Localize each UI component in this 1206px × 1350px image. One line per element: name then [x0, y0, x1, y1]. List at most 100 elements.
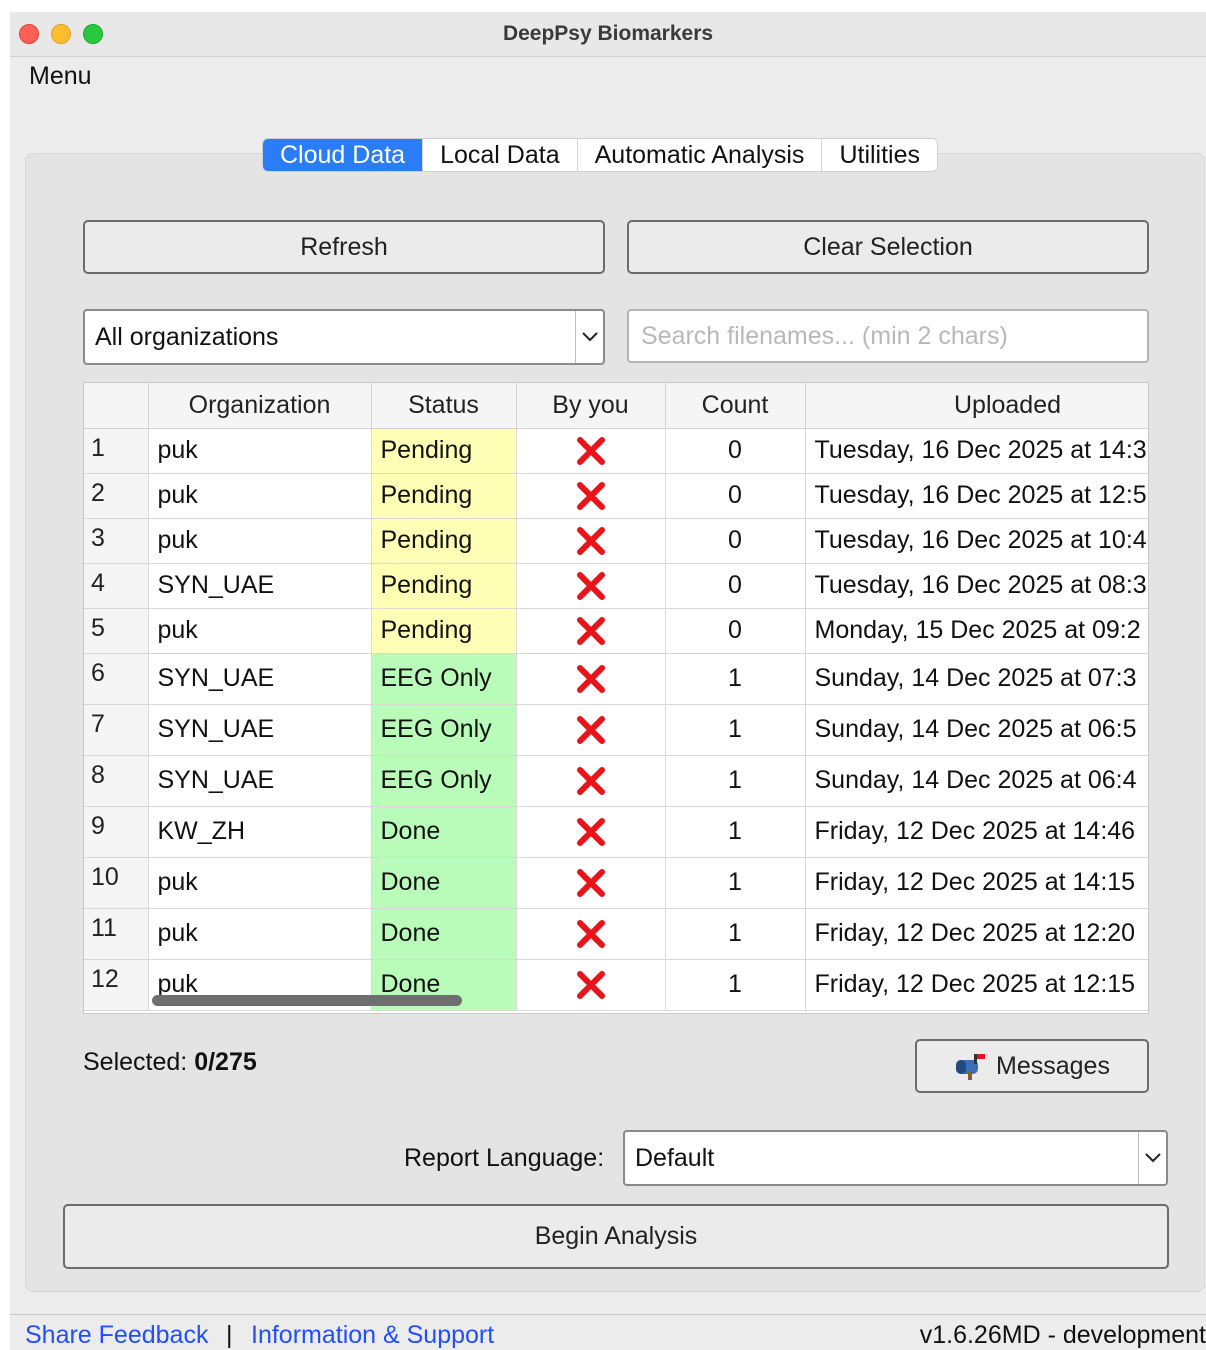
- by-you-cell: [516, 755, 666, 807]
- count-cell: 0: [665, 473, 806, 519]
- tab-local-data[interactable]: Local Data: [423, 139, 578, 171]
- status-cell: EEG Only: [371, 653, 517, 705]
- table-row[interactable]: 9 KW_ZH Done 1 Friday, 12 Dec 2025 at 14:46: [84, 806, 1148, 858]
- count-cell: 0: [665, 608, 806, 654]
- column-header-status[interactable]: Status: [371, 383, 517, 429]
- table-row[interactable]: 2 puk Pending 0 Tuesday, 16 Dec 2025 at 12:5: [84, 473, 1148, 519]
- selection-label: Selected:: [83, 1048, 188, 1076]
- count-cell: 1: [665, 653, 806, 705]
- status-footer: Share Feedback | Information & Support v…: [10, 1314, 1206, 1350]
- count-cell: 1: [665, 857, 806, 909]
- column-header-by-you[interactable]: By you: [516, 383, 666, 429]
- table-row[interactable]: 11 puk Done 1 Friday, 12 Dec 2025 at 12:20: [84, 908, 1148, 960]
- uploaded-cell: Sunday, 14 Dec 2025 at 06:4: [805, 755, 1148, 807]
- table-row[interactable]: 6 SYN_UAE EEG Only 1 Sunday, 14 Dec 2025 at …: [84, 653, 1148, 705]
- status-cell: Pending: [371, 428, 517, 474]
- organization-cell: puk: [148, 608, 372, 654]
- uploaded-cell: Sunday, 14 Dec 2025 at 06:5: [805, 704, 1148, 756]
- information-support-link[interactable]: Information & Support: [251, 1321, 494, 1350]
- share-feedback-link[interactable]: Share Feedback: [25, 1321, 208, 1350]
- status-cell: EEG Only: [371, 755, 517, 807]
- column-header-count[interactable]: Count: [665, 383, 806, 429]
- table-row[interactable]: 10 puk Done 1 Friday, 12 Dec 2025 at 14:15: [84, 857, 1148, 909]
- chevron-down-icon: [575, 311, 603, 363]
- horizontal-scrollbar[interactable]: [152, 995, 462, 1006]
- messages-button[interactable]: Messages: [915, 1039, 1149, 1093]
- uploads-table[interactable]: Organization Status By you Count Uploade…: [83, 382, 1149, 1014]
- uploaded-cell: Tuesday, 16 Dec 2025 at 08:3: [805, 563, 1148, 609]
- uploaded-cell: Tuesday, 16 Dec 2025 at 14:3: [805, 428, 1148, 474]
- table-row[interactable]: 8 SYN_UAE EEG Only 1 Sunday, 14 Dec 2025 at …: [84, 755, 1148, 807]
- by-you-cell: [516, 563, 666, 609]
- row-number: 3: [84, 518, 149, 564]
- status-cell: Pending: [371, 608, 517, 654]
- title-bar: DeepPsy Biomarkers: [10, 12, 1206, 57]
- row-number: 1: [84, 428, 149, 474]
- organization-cell: puk: [148, 857, 372, 909]
- cross-mark-icon: [576, 664, 605, 693]
- organization-select[interactable]: All organizations: [83, 309, 605, 365]
- refresh-button[interactable]: Refresh: [83, 220, 605, 274]
- report-language-label: Report Language:: [404, 1144, 605, 1172]
- table-row[interactable]: 4 SYN_UAE Pending 0 Tuesday, 16 Dec 2025 at …: [84, 563, 1148, 609]
- organization-cell: puk: [148, 428, 372, 474]
- organization-cell: puk: [148, 518, 372, 564]
- search-input[interactable]: [627, 309, 1149, 363]
- tab-cloud-data[interactable]: Cloud Data: [263, 139, 424, 171]
- column-header-organization[interactable]: Organization: [148, 383, 372, 429]
- status-cell: Done: [371, 806, 517, 858]
- cross-mark-icon: [576, 436, 605, 465]
- organization-cell: SYN_UAE: [148, 563, 372, 609]
- count-cell: 1: [665, 908, 806, 960]
- status-cell: Done: [371, 857, 517, 909]
- uploaded-cell: Friday, 12 Dec 2025 at 12:15: [805, 959, 1148, 1011]
- by-you-cell: [516, 704, 666, 756]
- column-header-uploaded[interactable]: Uploaded: [805, 383, 1148, 429]
- cross-mark-icon: [576, 526, 605, 555]
- by-you-cell: [516, 908, 666, 960]
- cross-mark-icon: [576, 817, 605, 846]
- cross-mark-icon: [576, 970, 605, 999]
- row-number: 11: [84, 908, 149, 960]
- organization-select-value: All organizations: [95, 322, 279, 351]
- by-you-cell: [516, 608, 666, 654]
- mailbox-icon: [954, 1052, 986, 1080]
- organization-cell: SYN_UAE: [148, 704, 372, 756]
- row-number: 7: [84, 704, 149, 756]
- tab-automatic-analysis[interactable]: Automatic Analysis: [577, 139, 823, 171]
- selection-value: 0/275: [194, 1048, 257, 1076]
- organization-cell: puk: [148, 908, 372, 960]
- uploaded-cell: Monday, 15 Dec 2025 at 09:2: [805, 608, 1148, 654]
- uploaded-cell: Friday, 12 Dec 2025 at 12:20: [805, 908, 1148, 960]
- cross-mark-icon: [576, 868, 605, 897]
- cross-mark-icon: [576, 481, 605, 510]
- tab-utilities[interactable]: Utilities: [822, 139, 938, 171]
- report-language-select[interactable]: Default: [623, 1130, 1168, 1186]
- cross-mark-icon: [576, 616, 605, 645]
- tab-bar: Cloud Data Local Data Automatic Analysis…: [262, 138, 939, 172]
- column-header-index: [84, 383, 149, 429]
- count-cell: 1: [665, 755, 806, 807]
- table-row[interactable]: 1 puk Pending 0 Tuesday, 16 Dec 2025 at 14:3: [84, 428, 1148, 474]
- begin-analysis-button[interactable]: Begin Analysis: [63, 1204, 1169, 1269]
- table-row[interactable]: 3 puk Pending 0 Tuesday, 16 Dec 2025 at 10:4: [84, 518, 1148, 564]
- clear-selection-button[interactable]: Clear Selection: [627, 220, 1149, 274]
- row-number: 10: [84, 857, 149, 909]
- organization-cell: SYN_UAE: [148, 755, 372, 807]
- report-language-value: Default: [635, 1143, 715, 1172]
- menu-button[interactable]: Menu: [29, 62, 92, 91]
- row-number: 4: [84, 563, 149, 609]
- status-cell: Pending: [371, 563, 517, 609]
- uploaded-cell: Friday, 12 Dec 2025 at 14:46: [805, 806, 1148, 858]
- organization-cell: SYN_UAE: [148, 653, 372, 705]
- count-cell: 1: [665, 704, 806, 756]
- footer-separator: |: [226, 1321, 233, 1349]
- cross-mark-icon: [576, 715, 605, 744]
- table-row[interactable]: 5 puk Pending 0 Monday, 15 Dec 2025 at 09:2: [84, 608, 1148, 654]
- row-number: 5: [84, 608, 149, 654]
- selection-count: Selected: 0/275: [83, 1048, 257, 1077]
- table-row[interactable]: 7 SYN_UAE EEG Only 1 Sunday, 14 Dec 2025 at …: [84, 704, 1148, 756]
- cross-mark-icon: [576, 919, 605, 948]
- status-cell: EEG Only: [371, 704, 517, 756]
- chevron-down-icon: [1138, 1132, 1166, 1184]
